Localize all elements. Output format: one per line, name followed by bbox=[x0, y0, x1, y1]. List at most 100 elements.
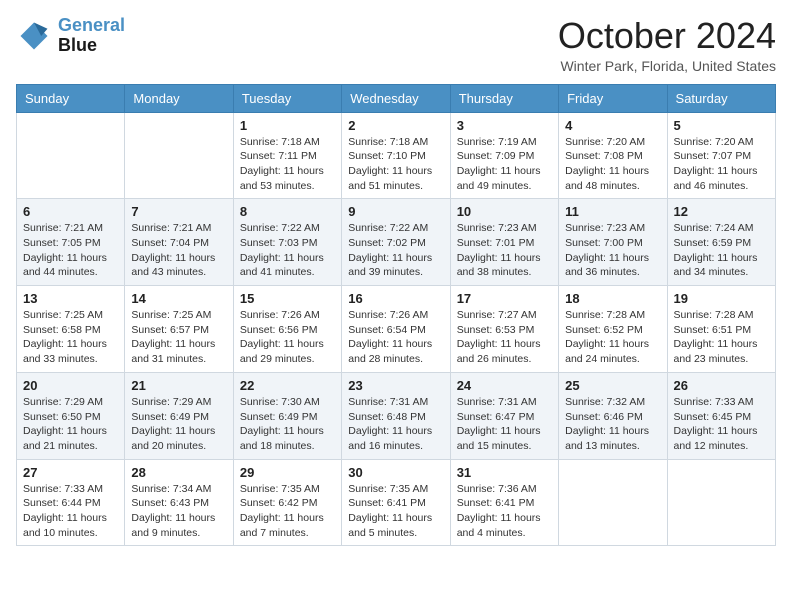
calendar-cell: 1 Sunrise: 7:18 AMSunset: 7:11 PMDaylight… bbox=[233, 112, 341, 199]
location: Winter Park, Florida, United States bbox=[558, 58, 776, 74]
calendar-cell: 29 Sunrise: 7:35 AMSunset: 6:42 PMDayligh… bbox=[233, 459, 341, 546]
day-info: Sunrise: 7:22 AMSunset: 7:02 PMDaylight:… bbox=[348, 221, 443, 280]
calendar-cell: 3 Sunrise: 7:19 AMSunset: 7:09 PMDaylight… bbox=[450, 112, 558, 199]
day-number: 12 bbox=[674, 204, 769, 219]
weekday-header-monday: Monday bbox=[125, 84, 233, 112]
day-number: 9 bbox=[348, 204, 443, 219]
day-number: 30 bbox=[348, 465, 443, 480]
day-number: 19 bbox=[674, 291, 769, 306]
day-number: 24 bbox=[457, 378, 552, 393]
calendar-cell: 13Sunrise: 7:25 AMSunset: 6:58 PMDayligh… bbox=[17, 286, 125, 373]
day-info: Sunrise: 7:36 AMSunset: 6:41 PMDaylight:… bbox=[457, 482, 552, 541]
day-number: 20 bbox=[23, 378, 118, 393]
calendar-cell: 14Sunrise: 7:25 AMSunset: 6:57 PMDayligh… bbox=[125, 286, 233, 373]
calendar-cell: 10 Sunrise: 7:23 AMSunset: 7:01 PMDayligh… bbox=[450, 199, 558, 286]
day-info: Sunrise: 7:21 AMSunset: 7:04 PMDaylight:… bbox=[131, 221, 226, 280]
day-number: 17 bbox=[457, 291, 552, 306]
calendar-cell: 9 Sunrise: 7:22 AMSunset: 7:02 PMDaylight… bbox=[342, 199, 450, 286]
calendar-cell: 28Sunrise: 7:34 AMSunset: 6:43 PMDayligh… bbox=[125, 459, 233, 546]
calendar-cell: 25 Sunrise: 7:32 AMSunset: 6:46 PMDayligh… bbox=[559, 372, 667, 459]
day-info: Sunrise: 7:20 AMSunset: 7:08 PMDaylight:… bbox=[565, 135, 660, 194]
day-info: Sunrise: 7:23 AMSunset: 7:01 PMDaylight:… bbox=[457, 221, 552, 280]
title-block: October 2024 Winter Park, Florida, Unite… bbox=[558, 16, 776, 74]
calendar-week-row: 27 Sunrise: 7:33 AMSunset: 6:44 PMDayligh… bbox=[17, 459, 776, 546]
calendar-cell: 2 Sunrise: 7:18 AMSunset: 7:10 PMDaylight… bbox=[342, 112, 450, 199]
day-number: 1 bbox=[240, 118, 335, 133]
weekday-header-friday: Friday bbox=[559, 84, 667, 112]
day-info: Sunrise: 7:22 AMSunset: 7:03 PMDaylight:… bbox=[240, 221, 335, 280]
day-info: Sunrise: 7:28 AMSunset: 6:51 PMDaylight:… bbox=[674, 308, 769, 367]
calendar-week-row: 20Sunrise: 7:29 AMSunset: 6:50 PMDayligh… bbox=[17, 372, 776, 459]
page-header: General Blue October 2024 Winter Park, F… bbox=[16, 16, 776, 74]
day-info: Sunrise: 7:32 AMSunset: 6:46 PMDaylight:… bbox=[565, 395, 660, 454]
day-number: 10 bbox=[457, 204, 552, 219]
day-info: Sunrise: 7:31 AMSunset: 6:48 PMDaylight:… bbox=[348, 395, 443, 454]
day-info: Sunrise: 7:27 AMSunset: 6:53 PMDaylight:… bbox=[457, 308, 552, 367]
day-info: Sunrise: 7:35 AMSunset: 6:41 PMDaylight:… bbox=[348, 482, 443, 541]
day-info: Sunrise: 7:29 AMSunset: 6:49 PMDaylight:… bbox=[131, 395, 226, 454]
day-number: 18 bbox=[565, 291, 660, 306]
calendar-cell: 21 Sunrise: 7:29 AMSunset: 6:49 PMDayligh… bbox=[125, 372, 233, 459]
calendar-cell: 30 Sunrise: 7:35 AMSunset: 6:41 PMDayligh… bbox=[342, 459, 450, 546]
day-number: 22 bbox=[240, 378, 335, 393]
day-number: 6 bbox=[23, 204, 118, 219]
logo-text: General Blue bbox=[58, 16, 125, 56]
day-number: 5 bbox=[674, 118, 769, 133]
calendar-cell: 4Sunrise: 7:20 AMSunset: 7:08 PMDaylight… bbox=[559, 112, 667, 199]
calendar-cell: 19 Sunrise: 7:28 AMSunset: 6:51 PMDayligh… bbox=[667, 286, 775, 373]
logo: General Blue bbox=[16, 16, 125, 56]
day-info: Sunrise: 7:26 AMSunset: 6:56 PMDaylight:… bbox=[240, 308, 335, 367]
day-info: Sunrise: 7:26 AMSunset: 6:54 PMDaylight:… bbox=[348, 308, 443, 367]
day-number: 29 bbox=[240, 465, 335, 480]
calendar-cell: 15 Sunrise: 7:26 AMSunset: 6:56 PMDayligh… bbox=[233, 286, 341, 373]
calendar-cell: 22Sunrise: 7:30 AMSunset: 6:49 PMDayligh… bbox=[233, 372, 341, 459]
day-info: Sunrise: 7:18 AMSunset: 7:10 PMDaylight:… bbox=[348, 135, 443, 194]
weekday-header-thursday: Thursday bbox=[450, 84, 558, 112]
weekday-header-sunday: Sunday bbox=[17, 84, 125, 112]
calendar-cell: 23Sunrise: 7:31 AMSunset: 6:48 PMDayligh… bbox=[342, 372, 450, 459]
calendar-week-row: 6 Sunrise: 7:21 AMSunset: 7:05 PMDaylight… bbox=[17, 199, 776, 286]
calendar-cell: 8Sunrise: 7:22 AMSunset: 7:03 PMDaylight… bbox=[233, 199, 341, 286]
calendar-cell: 31 Sunrise: 7:36 AMSunset: 6:41 PMDayligh… bbox=[450, 459, 558, 546]
day-info: Sunrise: 7:24 AMSunset: 6:59 PMDaylight:… bbox=[674, 221, 769, 280]
day-number: 21 bbox=[131, 378, 226, 393]
calendar-cell: 27 Sunrise: 7:33 AMSunset: 6:44 PMDayligh… bbox=[17, 459, 125, 546]
weekday-header-tuesday: Tuesday bbox=[233, 84, 341, 112]
day-number: 31 bbox=[457, 465, 552, 480]
day-info: Sunrise: 7:33 AMSunset: 6:45 PMDaylight:… bbox=[674, 395, 769, 454]
day-info: Sunrise: 7:28 AMSunset: 6:52 PMDaylight:… bbox=[565, 308, 660, 367]
calendar-table: SundayMondayTuesdayWednesdayThursdayFrid… bbox=[16, 84, 776, 547]
calendar-cell: 7Sunrise: 7:21 AMSunset: 7:04 PMDaylight… bbox=[125, 199, 233, 286]
day-info: Sunrise: 7:21 AMSunset: 7:05 PMDaylight:… bbox=[23, 221, 118, 280]
day-number: 16 bbox=[348, 291, 443, 306]
calendar-cell bbox=[17, 112, 125, 199]
day-number: 3 bbox=[457, 118, 552, 133]
day-number: 26 bbox=[674, 378, 769, 393]
calendar-cell bbox=[125, 112, 233, 199]
logo-icon bbox=[16, 18, 52, 54]
day-info: Sunrise: 7:35 AMSunset: 6:42 PMDaylight:… bbox=[240, 482, 335, 541]
day-info: Sunrise: 7:19 AMSunset: 7:09 PMDaylight:… bbox=[457, 135, 552, 194]
day-info: Sunrise: 7:20 AMSunset: 7:07 PMDaylight:… bbox=[674, 135, 769, 194]
day-number: 15 bbox=[240, 291, 335, 306]
day-number: 11 bbox=[565, 204, 660, 219]
day-info: Sunrise: 7:23 AMSunset: 7:00 PMDaylight:… bbox=[565, 221, 660, 280]
month-title: October 2024 bbox=[558, 16, 776, 56]
day-info: Sunrise: 7:33 AMSunset: 6:44 PMDaylight:… bbox=[23, 482, 118, 541]
weekday-header-wednesday: Wednesday bbox=[342, 84, 450, 112]
calendar-cell bbox=[559, 459, 667, 546]
calendar-cell: 12 Sunrise: 7:24 AMSunset: 6:59 PMDayligh… bbox=[667, 199, 775, 286]
calendar-cell: 24Sunrise: 7:31 AMSunset: 6:47 PMDayligh… bbox=[450, 372, 558, 459]
day-number: 27 bbox=[23, 465, 118, 480]
day-number: 25 bbox=[565, 378, 660, 393]
calendar-week-row: 1 Sunrise: 7:18 AMSunset: 7:11 PMDaylight… bbox=[17, 112, 776, 199]
day-info: Sunrise: 7:18 AMSunset: 7:11 PMDaylight:… bbox=[240, 135, 335, 194]
calendar-cell: 17 Sunrise: 7:27 AMSunset: 6:53 PMDayligh… bbox=[450, 286, 558, 373]
day-number: 28 bbox=[131, 465, 226, 480]
day-number: 2 bbox=[348, 118, 443, 133]
day-number: 13 bbox=[23, 291, 118, 306]
calendar-cell bbox=[667, 459, 775, 546]
day-info: Sunrise: 7:25 AMSunset: 6:57 PMDaylight:… bbox=[131, 308, 226, 367]
calendar-cell: 5 Sunrise: 7:20 AMSunset: 7:07 PMDaylight… bbox=[667, 112, 775, 199]
calendar-cell: 20Sunrise: 7:29 AMSunset: 6:50 PMDayligh… bbox=[17, 372, 125, 459]
